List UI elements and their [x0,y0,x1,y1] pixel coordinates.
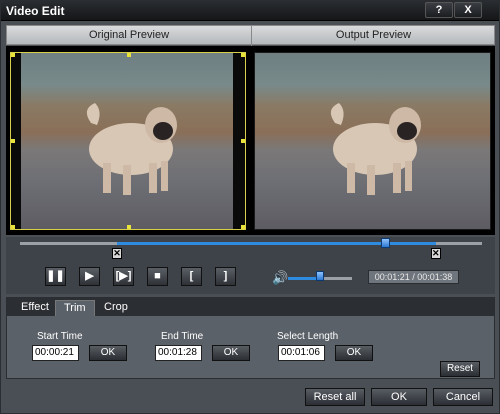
end-time-input[interactable]: 00:01:28 [155,345,202,361]
end-time-ok-button[interactable]: OK [212,345,250,361]
bracket-right-icon: ] [223,270,228,282]
cancel-button[interactable]: Cancel [433,388,493,406]
start-time-label: Start Time [37,331,83,342]
edit-tabs-panel: Effect Trim Crop Start Time 00:00:21 OK … [6,297,495,379]
preview-header: Original Preview Output Preview [6,25,495,46]
title-bar[interactable]: Video Edit ? X [1,1,499,21]
ok-button[interactable]: OK [371,388,427,406]
pug-output-image [330,103,421,195]
pause-button[interactable]: ❚❚ [45,267,66,286]
tab-bar: Effect Trim Crop [7,298,494,316]
speaker-icon: 🔊 [272,270,289,285]
playhead-thumb[interactable] [380,238,390,248]
start-time-ok-button[interactable]: OK [89,345,127,361]
bracket-left-icon: [ [189,270,194,282]
crop-handle-right[interactable] [241,139,245,143]
start-time-input[interactable]: 00:00:21 [32,345,79,361]
play-selection-icon: [▶] [115,270,132,282]
tab-effect[interactable]: Effect [13,300,57,316]
original-preview-label: Original Preview [88,29,170,41]
crop-handle-bottom-right[interactable] [241,225,245,229]
play-button[interactable]: ▶ [79,267,100,286]
pug-image [86,103,177,195]
crop-handle-top-right[interactable] [241,53,245,57]
set-end-button[interactable]: ] [215,267,236,286]
output-preview-label: Output Preview [251,26,495,46]
select-length-ok-button[interactable]: OK [335,345,373,361]
select-length-label: Select Length [277,331,339,342]
set-start-button[interactable]: [ [181,267,202,286]
trim-start-marker[interactable]: ✕ [112,248,123,259]
timeline-track[interactable] [20,238,482,248]
end-time-label: End Time [161,331,204,342]
trim-end-marker[interactable]: ✕ [430,248,441,259]
help-button[interactable]: ? [425,2,453,18]
close-button[interactable]: X [454,2,482,18]
play-selection-button[interactable]: [▶] [113,267,134,286]
window-title: Video Edit [6,4,65,18]
output-preview-video [254,52,491,230]
crop-handle-left[interactable] [11,139,15,143]
reset-all-button[interactable]: Reset all [305,388,365,406]
volume-thumb[interactable] [316,271,324,281]
crop-handle-bottom[interactable] [127,225,131,229]
player-controls: ✕ ✕ ❚❚ ▶ [▶] ■ [ ] 🔊 00:01:21 / 00:01:38 [6,237,495,294]
tab-trim[interactable]: Trim [55,300,95,316]
crop-handle-top[interactable] [127,53,131,57]
preview-area [6,46,495,235]
select-length-input[interactable]: 00:01:06 [278,345,325,361]
time-display: 00:01:21 / 00:01:38 [368,270,459,284]
stop-button[interactable]: ■ [147,267,168,286]
reset-button[interactable]: Reset [440,361,480,377]
original-preview-video[interactable] [10,52,246,230]
stop-icon: ■ [154,270,161,282]
crop-handle-bottom-left[interactable] [11,225,15,229]
tab-crop[interactable]: Crop [96,300,136,316]
crop-handle-top-left[interactable] [11,53,15,57]
video-edit-window: Video Edit ? X Original Preview Output P… [0,0,500,414]
play-icon: ▶ [85,270,94,282]
pause-icon: ❚❚ [46,270,65,282]
